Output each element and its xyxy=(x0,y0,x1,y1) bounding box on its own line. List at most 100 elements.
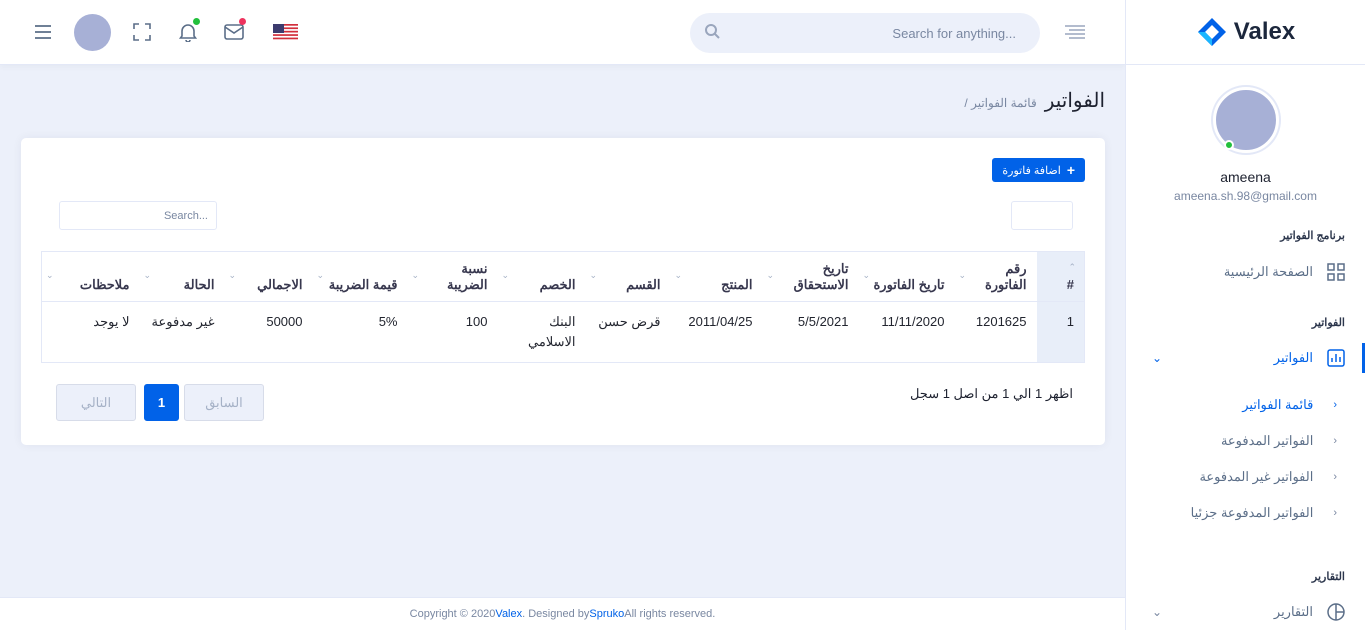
us-flag-icon[interactable] xyxy=(272,20,298,44)
invoices-table: # ⌃ رقم الفاتورة ⌄ تاريخ الفاتورة ⌄ تاريخ ا… xyxy=(41,251,1085,363)
sub-item-label: الفواتير المدفوعة xyxy=(1220,433,1314,448)
sidebar-sub-invoice-list[interactable]: › قائمة الفواتير xyxy=(1126,393,1365,417)
mail-badge xyxy=(239,18,246,25)
table-cell: 5/5/2021 xyxy=(762,301,859,363)
table-cell: البنك الاسلامي xyxy=(497,301,586,363)
brand-name: Valex xyxy=(1233,18,1296,45)
mail-icon[interactable] xyxy=(222,18,246,44)
logo[interactable]: Valex xyxy=(1126,0,1365,65)
sort-icon: ⌄ xyxy=(958,270,967,280)
table-cell: لا يوجد xyxy=(41,301,140,363)
notification-badge xyxy=(193,18,200,25)
search-input[interactable]: Search for anything... xyxy=(690,13,1040,53)
chevron-right-icon: › xyxy=(1333,435,1337,447)
sort-icon: ⌄ xyxy=(143,270,152,280)
table-cell: 50000 xyxy=(224,301,313,363)
col-header[interactable]: الحالة ⌄ xyxy=(139,251,225,302)
add-invoice-button[interactable]: + اضافة فاتورة xyxy=(992,158,1085,182)
search-icon xyxy=(704,23,720,43)
chevron-down-icon: ⌄ xyxy=(1152,351,1163,365)
footer-copyright: Copyright © 2020 xyxy=(409,608,496,620)
online-status-dot xyxy=(1223,140,1234,150)
chart-icon xyxy=(1327,349,1345,367)
col-header[interactable]: المنتج ⌄ xyxy=(670,251,763,302)
search-placeholder: Search for anything... xyxy=(892,25,1016,41)
page-length-select[interactable] xyxy=(1011,201,1073,230)
col-header[interactable]: القسم ⌄ xyxy=(585,251,671,302)
sidebar-item-invoices[interactable]: الفواتير ⌄ xyxy=(1126,343,1365,373)
profile-email: ameena.sh.98@gmail.com xyxy=(1174,189,1317,203)
col-header[interactable]: نسبة الضريبة ⌄ xyxy=(407,251,498,302)
table-cell: 2011/04/25 xyxy=(670,301,763,363)
valex-logo-icon xyxy=(1196,16,1228,48)
sub-item-label: الفواتير غير المدفوعة xyxy=(1199,469,1314,484)
sidebar: Valex ameena ameena.sh.98@gmail.com برنا… xyxy=(1125,0,1365,630)
table-header-row: # ⌃ رقم الفاتورة ⌄ تاريخ الفاتورة ⌄ تاريخ ا… xyxy=(41,251,1085,302)
sidebar-item-home[interactable]: الصفحة الرئيسية xyxy=(1126,257,1365,287)
col-header[interactable]: رقم الفاتورة ⌄ xyxy=(954,251,1037,302)
table-cell: قرض حسن xyxy=(585,301,671,363)
col-header[interactable]: ملاحظات ⌄ xyxy=(41,251,140,302)
category-reports: التقارير xyxy=(1311,571,1345,583)
sort-icon: ⌄ xyxy=(766,270,775,280)
notification-bell-icon[interactable] xyxy=(176,18,200,44)
footer: Copyright © 2020 Valex . Designed by Spr… xyxy=(0,597,1125,630)
sidebar-sub-paid[interactable]: › الفواتير المدفوعة xyxy=(1126,429,1365,453)
avatar[interactable] xyxy=(74,14,111,51)
sidebar-item-label: الفواتير xyxy=(1273,350,1313,365)
table-cell: 5% xyxy=(312,301,408,363)
top-header: Search for anything... xyxy=(0,0,1125,65)
col-header[interactable]: تاريخ الاستحقاق ⌄ xyxy=(762,251,859,302)
sort-icon: ⌄ xyxy=(862,270,871,280)
sort-icon: ⌄ xyxy=(589,270,598,280)
col-header[interactable]: الخصم ⌄ xyxy=(497,251,586,302)
category-program: برنامج الفواتير xyxy=(1280,230,1345,242)
chevron-down-icon: ⌄ xyxy=(1152,605,1163,619)
table-cell: غير مدفوعة xyxy=(139,301,225,363)
breadcrumb-current[interactable]: / قائمة الفواتير xyxy=(964,96,1036,110)
profile: ameena ameena.sh.98@gmail.com xyxy=(1126,65,1365,203)
footer-designed-by: . Designed by xyxy=(522,608,590,620)
chevron-right-icon: › xyxy=(1333,507,1337,519)
col-header[interactable]: قيمة الضريبة ⌄ xyxy=(312,251,408,302)
menu-toggle-icon[interactable] xyxy=(31,20,55,44)
sidebar-item-reports[interactable]: التقارير ⌄ xyxy=(1126,597,1365,627)
sort-icon: ⌄ xyxy=(501,270,510,280)
sort-icon: ⌄ xyxy=(46,270,54,280)
sort-icon: ⌄ xyxy=(411,270,420,280)
dashboard-icon xyxy=(1327,263,1345,281)
col-header[interactable]: الاجمالي ⌄ xyxy=(224,251,313,302)
sub-item-label: الفواتير المدفوعة جزئيا xyxy=(1190,505,1314,520)
chevron-right-icon: › xyxy=(1333,399,1337,411)
table-cell: 100 xyxy=(407,301,498,363)
prev-page-button[interactable]: السابق xyxy=(184,384,264,421)
sidebar-sub-unpaid[interactable]: › الفواتير غير المدفوعة xyxy=(1126,465,1365,489)
footer-designer-link[interactable]: Spruko xyxy=(589,608,624,620)
next-page-button[interactable]: التالي xyxy=(56,384,136,421)
table-cell: 1201625 xyxy=(954,301,1037,363)
page-title: الفواتير xyxy=(1044,90,1105,112)
col-header[interactable]: # ⌃ xyxy=(1036,251,1085,302)
sort-icon: ⌃ xyxy=(1068,262,1076,272)
footer-brand-link[interactable]: Valex xyxy=(495,608,522,620)
table-row: 1 1201625 11/11/2020 5/5/2021 2011/04/25… xyxy=(41,301,1085,363)
pie-chart-icon xyxy=(1327,603,1345,621)
add-invoice-label: اضافة فاتورة xyxy=(1002,164,1061,177)
sidebar-item-label: التقارير xyxy=(1273,604,1313,619)
sidebar-sub-partial[interactable]: › الفواتير المدفوعة جزئيا xyxy=(1126,501,1365,525)
sidebar-toggle-icon[interactable] xyxy=(1064,24,1086,44)
table-search-input[interactable]: Search... xyxy=(59,201,217,230)
invoices-card: + اضافة فاتورة Search... # ⌃ رقم الفاتورة… xyxy=(21,138,1105,445)
footer-rights: All rights reserved. xyxy=(624,608,716,620)
sidebar-item-label: الصفحة الرئيسية xyxy=(1223,264,1313,279)
chevron-right-icon: › xyxy=(1333,471,1337,483)
page-1-button[interactable]: 1 xyxy=(144,384,179,421)
sort-icon: ⌄ xyxy=(316,270,325,280)
table-cell: 1 xyxy=(1036,301,1085,363)
plus-icon: + xyxy=(1066,162,1075,178)
fullscreen-icon[interactable] xyxy=(130,20,154,44)
table-info: اظهر 1 الي 1 من اصل 1 سجل xyxy=(909,386,1073,401)
col-header[interactable]: تاريخ الفاتورة ⌄ xyxy=(858,251,955,302)
sub-item-label: قائمة الفواتير xyxy=(1242,397,1314,412)
profile-avatar[interactable] xyxy=(1212,87,1279,153)
